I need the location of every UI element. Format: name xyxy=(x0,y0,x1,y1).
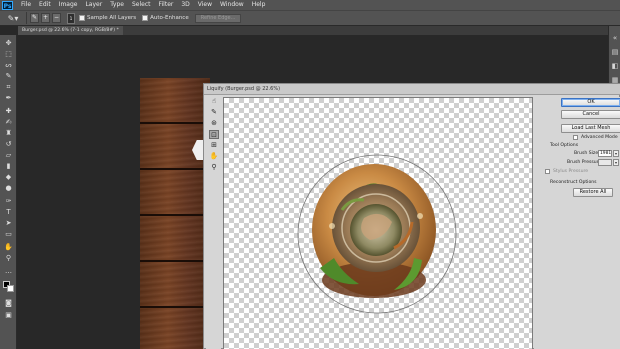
new-selection-icon[interactable]: ✎ xyxy=(30,13,39,23)
blur-icon[interactable]: ◆ xyxy=(3,173,14,182)
liquify-preview-canvas[interactable] xyxy=(223,97,533,349)
menu-edit[interactable]: Edit xyxy=(35,0,55,10)
brush-size-label: Brush Size: xyxy=(574,151,600,156)
menu-3d[interactable]: 3D xyxy=(177,0,193,10)
auto-enhance-checkbox[interactable] xyxy=(142,15,149,21)
shape-icon[interactable]: ▭ xyxy=(3,230,14,239)
lasso-icon[interactable]: ᔕ xyxy=(3,61,14,70)
liquify-options-panel: OK Cancel Load Last Mesh Advanced Mode T… xyxy=(534,97,620,349)
path-selection-icon[interactable]: ➤ xyxy=(3,219,14,228)
load-last-mesh-button[interactable]: Load Last Mesh xyxy=(561,124,620,133)
menu-window[interactable]: Window xyxy=(216,0,248,10)
brush-size-picker[interactable]: 1 xyxy=(67,12,75,24)
quick-mask-icon[interactable]: ◙ xyxy=(3,299,14,308)
eraser-icon[interactable]: ▱ xyxy=(3,151,14,160)
menu-help[interactable]: Help xyxy=(248,0,270,10)
quick-selection-icon[interactable]: ✎ xyxy=(3,72,14,81)
background-color-swatch[interactable] xyxy=(7,285,14,292)
move-icon[interactable]: ✥ xyxy=(3,39,14,48)
document-tab[interactable]: Burger.psd @ 22.6% (7-1 copy, RGB/8#) * xyxy=(18,26,123,35)
screen-mode-icon[interactable]: ▣ xyxy=(3,311,14,320)
reconstruct-options-heading: Reconstruct Options xyxy=(550,180,597,185)
tool-options-heading: Tool Options xyxy=(550,143,579,148)
subtract-from-selection-icon[interactable]: − xyxy=(52,13,61,23)
more-tools-icon[interactable]: … xyxy=(3,267,14,276)
type-icon[interactable]: T xyxy=(3,208,14,217)
hand-icon[interactable]: ✋ xyxy=(3,243,14,252)
marquee-icon[interactable]: ⬚ xyxy=(3,50,14,59)
brush-icon[interactable]: ✍ xyxy=(3,118,14,127)
advanced-mode-label: Advanced Mode xyxy=(581,135,618,140)
advanced-mode-checkbox[interactable] xyxy=(573,135,578,140)
bloat-icon[interactable]: ⊞ xyxy=(209,141,219,150)
liquify-dialog: Liquify (Burger.psd @ 22.6%) ☝ ✎ ⊛ ⊡ ⊞ ✋… xyxy=(203,83,620,349)
brush-pressure-input[interactable] xyxy=(598,159,612,166)
zoom-icon[interactable]: ⚲ xyxy=(209,163,219,172)
liquify-toolbar: ☝ ✎ ⊛ ⊡ ⊞ ✋ ⚲ xyxy=(206,97,221,349)
healing-brush-icon[interactable]: ✚ xyxy=(3,107,14,116)
sample-all-layers-label: Sample All Layers xyxy=(87,15,137,21)
sesame-shape xyxy=(417,213,423,219)
history-panel-icon[interactable]: ▤ xyxy=(611,48,619,56)
stylus-pressure-checkbox[interactable] xyxy=(545,169,550,174)
dialog-title: Liquify (Burger.psd @ 22.6%) xyxy=(204,84,620,95)
brush-size-dropdown-icon[interactable]: ▾ xyxy=(613,150,619,157)
auto-enhance-option[interactable]: Auto-Enhance xyxy=(142,15,189,21)
options-bar: ✎▾ ✎ + − 1 Sample All Layers Auto-Enhanc… xyxy=(0,10,620,26)
crop-icon[interactable]: ⌗ xyxy=(3,83,14,92)
stylus-pressure-label: Stylus Pressure xyxy=(553,169,589,174)
menu-file[interactable]: File xyxy=(17,0,35,10)
gradient-icon[interactable]: ▮ xyxy=(3,162,14,171)
sesame-shape xyxy=(329,223,335,229)
wood-background-image xyxy=(140,78,210,349)
menu-image[interactable]: Image xyxy=(55,0,82,10)
dodge-icon[interactable]: ● xyxy=(3,184,14,193)
photoshop-window: Ps File Edit Image Layer Type Select Fil… xyxy=(0,0,620,349)
menu-bar: Ps File Edit Image Layer Type Select Fil… xyxy=(0,0,620,10)
auto-enhance-label: Auto-Enhance xyxy=(150,15,189,21)
pucker-icon[interactable]: ⊡ xyxy=(209,130,219,139)
history-brush-icon[interactable]: ↺ xyxy=(3,140,14,149)
ok-button[interactable]: OK xyxy=(561,98,620,107)
toolbox: ✥ ⬚ ᔕ ✎ ⌗ ✒ ✚ ✍ ♜ ↺ ▱ ▮ ◆ ● ✑ T ➤ ▭ ✋ ⚲ … xyxy=(0,35,17,349)
reconstruct-icon[interactable]: ✎ xyxy=(209,108,219,117)
zoom-icon[interactable]: ⚲ xyxy=(3,254,14,263)
pen-icon[interactable]: ✑ xyxy=(3,197,14,206)
burger-preview-image xyxy=(297,154,457,314)
restore-all-button[interactable]: Restore All xyxy=(573,188,613,197)
sample-all-layers-option[interactable]: Sample All Layers xyxy=(79,15,136,21)
menu-select[interactable]: Select xyxy=(128,0,155,10)
brush-size-input[interactable]: 1981 xyxy=(598,150,612,157)
cancel-button[interactable]: Cancel xyxy=(561,110,620,119)
options-divider xyxy=(26,12,27,24)
clone-stamp-icon[interactable]: ♜ xyxy=(3,129,14,138)
menu-view[interactable]: View xyxy=(194,0,216,10)
hand-icon[interactable]: ✋ xyxy=(209,152,219,161)
forward-warp-icon[interactable]: ☝ xyxy=(209,97,219,106)
menu-type[interactable]: Type xyxy=(106,0,128,10)
menu-layer[interactable]: Layer xyxy=(81,0,106,10)
document-tab-bar: Burger.psd @ 22.6% (7-1 copy, RGB/8#) * xyxy=(18,26,608,35)
quick-selection-tool-preset-icon[interactable]: ✎▾ xyxy=(3,12,23,24)
twirl-icon[interactable]: ⊛ xyxy=(209,119,219,128)
photoshop-logo: Ps xyxy=(2,0,13,10)
add-to-selection-icon[interactable]: + xyxy=(41,13,50,23)
sample-all-layers-checkbox[interactable] xyxy=(79,15,85,21)
brush-pressure-dropdown-icon[interactable]: ▾ xyxy=(613,159,619,166)
refine-edge-button[interactable]: Refine Edge... xyxy=(194,13,242,23)
layers-panel-icon[interactable]: ◧ xyxy=(611,62,619,70)
eyedropper-icon[interactable]: ✒ xyxy=(3,94,14,103)
collapse-panels-icon[interactable]: « xyxy=(611,34,619,42)
menu-filter[interactable]: Filter xyxy=(155,0,178,10)
